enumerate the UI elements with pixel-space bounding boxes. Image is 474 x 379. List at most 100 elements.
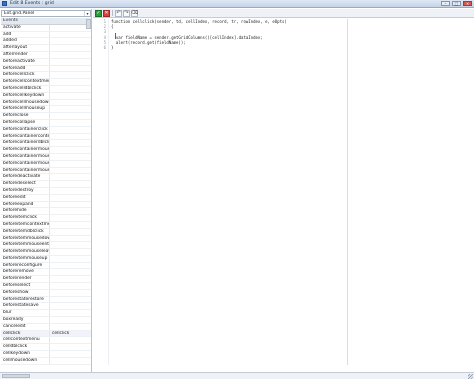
event-handler-value[interactable] [50,276,91,282]
event-row-activate[interactable]: activate [1,24,91,32]
event-handler-value[interactable] [50,181,91,187]
event-handler-value[interactable] [50,263,91,269]
event-row-beforereconfigure[interactable]: beforereconfigure [1,262,91,270]
undo-button[interactable]: ↶ [115,9,122,17]
event-handler-value[interactable] [50,310,91,316]
event-row-beforestaterestore[interactable]: beforestaterestore [1,296,91,304]
event-handler-value[interactable] [50,120,91,126]
event-handler-value[interactable] [50,195,91,201]
event-handler-value[interactable] [50,317,91,323]
event-row-beforedestroy[interactable]: beforedestroy [1,187,91,195]
event-handler-value[interactable] [50,93,91,99]
event-handler-value[interactable] [50,147,91,153]
event-handler-value[interactable] [50,38,91,44]
event-row-beforecontainerdblclick[interactable]: beforecontainerdblclick [1,140,91,148]
event-handler-value[interactable] [50,249,91,255]
event-row-beforeclose[interactable]: beforeclose [1,113,91,120]
maximize-button[interactable]: □ [452,1,461,6]
event-row-afterrender[interactable]: afterrender [1,51,91,59]
chevron-down-icon[interactable]: ▾ [84,11,90,16]
event-handler-value[interactable] [50,100,91,106]
event-row-beforeitemmouseup[interactable]: beforeitemmouseup [1,255,91,263]
event-handler-value[interactable] [50,52,91,58]
code-line[interactable]: } [111,45,345,50]
event-row-beforeselect[interactable]: beforeselect [1,283,91,290]
event-row-beforecontainermouseup[interactable]: beforecontainermouseup [1,167,91,175]
event-row-beforeshow[interactable]: beforeshow [1,289,91,297]
event-row-beforecollapse[interactable]: beforecollapse [1,119,91,127]
event-row-beforedeactivate[interactable]: beforedeactivate [1,174,91,182]
event-row-beforecontainercontextmenu[interactable]: beforecontainercontextmenu [1,133,91,141]
cancel-button[interactable]: ✕ [103,9,110,17]
event-row-beforeexpand[interactable]: beforeexpand [1,201,91,209]
event-row-beforecontainermouseover[interactable]: beforecontainermouseover [1,160,91,168]
event-handler-value[interactable] [50,106,91,112]
event-handler-value[interactable] [50,66,91,72]
event-handler-value[interactable] [50,161,91,167]
event-handler-value[interactable] [50,297,91,303]
event-row-cellcontextmenu[interactable]: cellcontextmenu [1,337,91,345]
event-row-added[interactable]: added [1,38,91,46]
event-row-beforeadd[interactable]: beforeadd [1,65,91,73]
event-row-afterlayout[interactable]: afterlayout [1,45,91,52]
event-handler-value[interactable] [50,59,91,65]
event-handler-value[interactable] [50,168,91,174]
event-handler-value[interactable] [50,337,91,343]
event-list-scroll-thumb[interactable] [86,19,91,29]
event-handler-value[interactable] [50,351,91,357]
code-area[interactable]: function cellclick(sender, td, cellIndex… [111,19,345,50]
event-handler-value[interactable] [50,140,91,146]
event-handler-value[interactable] [50,242,91,248]
event-row-beforeitemmouseleave[interactable]: beforeitemmouseleave [1,249,91,256]
event-row-beforeitemdblclick[interactable]: beforeitemdblclick [1,228,91,236]
event-handler-value[interactable] [50,154,91,160]
event-row-beforehide[interactable]: beforehide [1,208,91,216]
component-select[interactable]: Ext.grid.Panel ▾ [1,10,91,17]
event-row-beforeitemclick[interactable]: beforeitemclick [1,215,91,222]
event-row-beforedeselect[interactable]: beforedeselect [1,181,91,188]
event-handler-value[interactable] [50,174,91,180]
event-row-beforecellmousedown[interactable]: beforecellmousedown [1,99,91,107]
event-handler-value[interactable] [50,134,91,140]
event-row-beforecellclick[interactable]: beforecellclick [1,72,91,80]
event-row-boxready[interactable]: boxready [1,317,91,324]
event-handler-value[interactable] [50,269,91,275]
clear-button[interactable]: ⌫ [131,9,138,17]
code-editor[interactable]: 123456 function cellclick(sender, td, ce… [93,19,474,365]
event-row-cellkeydown[interactable]: cellkeydown [1,351,91,358]
event-handler-value[interactable] [50,303,91,309]
event-handler-value[interactable] [50,188,91,194]
event-handler-value[interactable] [50,208,91,214]
event-handler-value[interactable] [50,79,91,85]
resize-grip-icon[interactable] [468,374,473,379]
event-row-beforeitemcontextmenu[interactable]: beforeitemcontextmenu [1,221,91,229]
event-row-beforeitemmousedown[interactable]: beforeitemmousedown [1,235,91,243]
event-handler-value[interactable] [50,25,91,31]
event-handler-value[interactable] [50,256,91,262]
event-handler-value[interactable] [50,45,91,51]
event-handler-value[interactable] [50,86,91,92]
event-row-beforecontainermousedown[interactable]: beforecontainermousedown [1,147,91,154]
event-handler-value[interactable]: cellclick [50,331,91,337]
event-list-scrollbar[interactable] [86,19,91,39]
event-handler-value[interactable] [50,344,91,350]
event-row-beforecellkeydown[interactable]: beforecellkeydown [1,92,91,100]
event-handler-value[interactable] [50,127,91,133]
event-handler-value[interactable] [50,324,91,330]
event-row-beforeedit[interactable]: beforeedit [1,194,91,202]
event-row-cellclick[interactable]: cellclick cellclick [1,330,91,338]
event-handler-value[interactable] [50,113,91,119]
close-button[interactable]: × [463,1,472,6]
event-row-beforeitemmouseenter[interactable]: beforeitemmouseenter [1,242,91,250]
event-row-beforeactivate[interactable]: beforeactivate [1,58,91,66]
event-row-add[interactable]: add [1,31,91,39]
event-handler-value[interactable] [50,215,91,221]
event-handler-value[interactable] [50,236,91,242]
event-row-beforeremove[interactable]: beforeremove [1,269,91,277]
event-handler-value[interactable] [50,290,91,296]
event-row-cellmousedown[interactable]: cellmousedown [1,357,91,365]
event-row-celldblclick[interactable]: celldblclick [1,344,91,352]
event-handler-value[interactable] [50,72,91,78]
event-row-beforecelldblclick[interactable]: beforecelldblclick [1,85,91,93]
event-handler-value[interactable] [50,222,91,228]
